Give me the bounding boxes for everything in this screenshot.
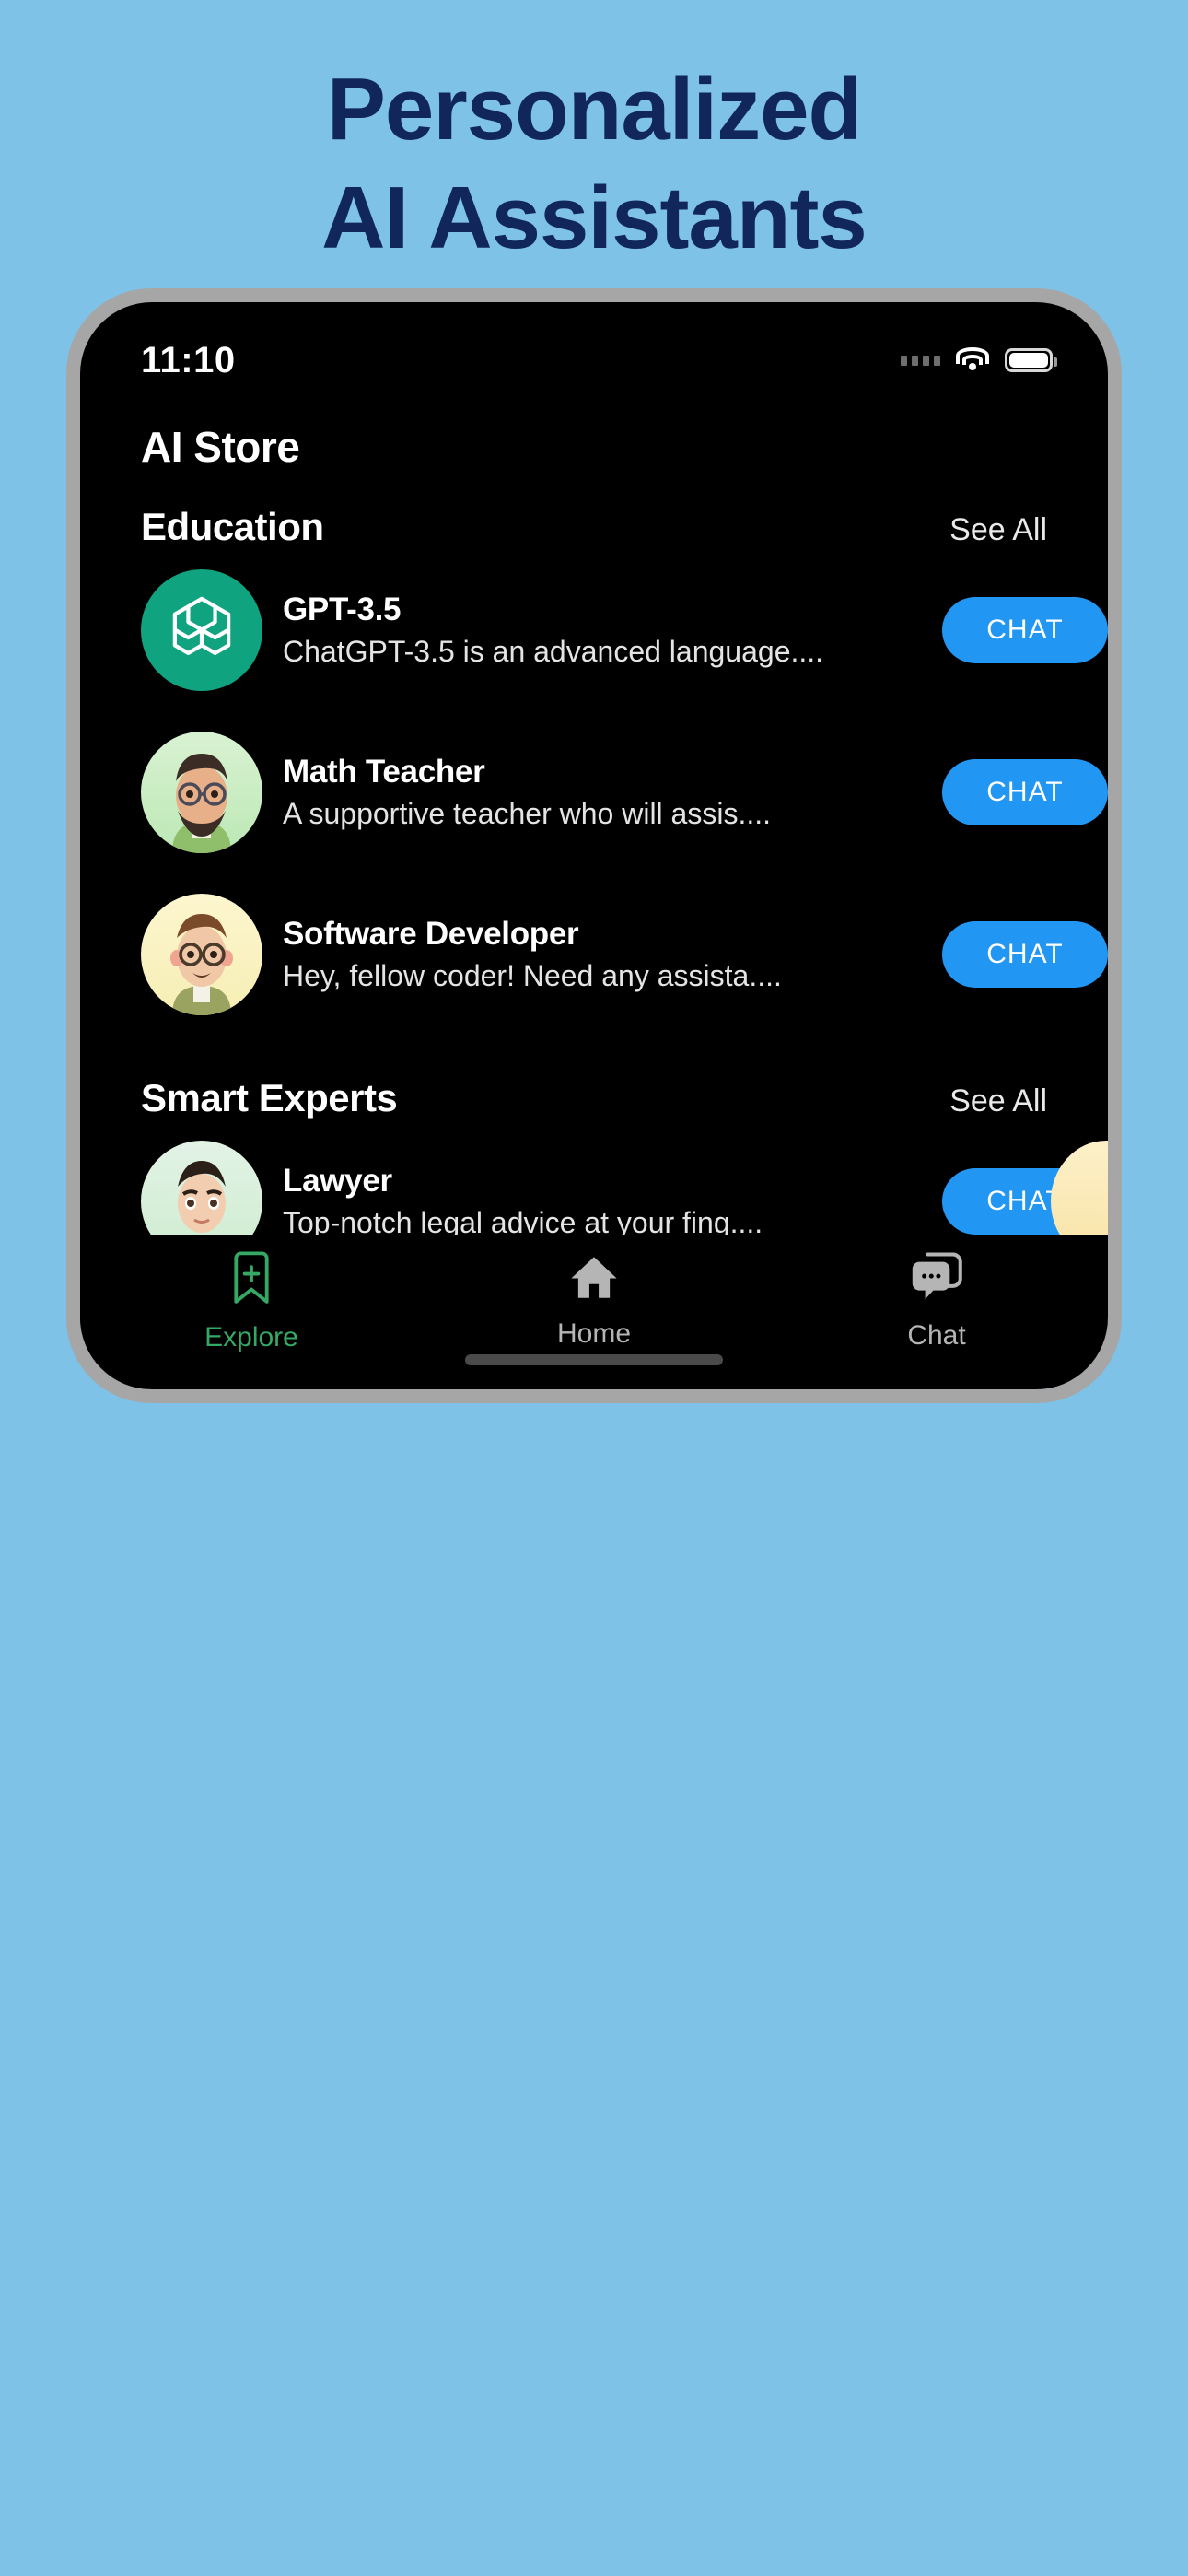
battery-icon xyxy=(1005,348,1057,372)
item-text: Software Developer Hey, fellow coder! Ne… xyxy=(283,914,922,995)
item-name: GPT-3.5 xyxy=(283,591,402,627)
software-developer-avatar xyxy=(141,894,262,1015)
item-text: Math Teacher A supportive teacher who wi… xyxy=(283,752,922,833)
list-item[interactable]: Software Developer Hey, fellow coder! Ne… xyxy=(80,873,1108,1036)
see-all-smart-experts[interactable]: See All xyxy=(949,1083,1047,1119)
app-body: AI Store Education See All GPT-3.5 ChatG… xyxy=(80,391,1108,1389)
item-description: Hey, fellow coder! Need any assista.... xyxy=(283,959,782,992)
tab-home[interactable]: Home xyxy=(502,1251,686,1350)
chat-button[interactable]: CHAT xyxy=(942,597,1108,663)
chat-button[interactable]: CHAT xyxy=(942,921,1108,988)
tab-chat[interactable]: Chat xyxy=(844,1251,1029,1352)
bottom-tab-bar: Explore Home Chat xyxy=(80,1235,1108,1389)
item-text: GPT-3.5 ChatGPT-3.5 is an advanced langu… xyxy=(283,590,922,671)
list-item[interactable]: Math Teacher A supportive teacher who wi… xyxy=(80,711,1108,873)
tab-label: Explore xyxy=(204,1322,298,1352)
openai-logo-icon xyxy=(141,569,262,691)
home-indicator[interactable] xyxy=(465,1354,723,1365)
page-title: AI Store xyxy=(141,423,300,471)
section-title: Smart Experts xyxy=(141,1076,398,1119)
home-icon xyxy=(567,1251,621,1309)
item-name: Lawyer xyxy=(283,1163,392,1199)
item-description: ChatGPT-3.5 is an advanced language.... xyxy=(283,635,824,668)
tab-label: Chat xyxy=(907,1320,966,1351)
tab-label: Home xyxy=(556,1318,632,1349)
phone-screen: 11:10 AI Store Education See All GPT-3.5… xyxy=(80,302,1108,1389)
list-item[interactable]: GPT-3.5 ChatGPT-3.5 is an advanced langu… xyxy=(80,549,1108,711)
item-name: Software Developer xyxy=(283,916,579,952)
section-title: Education xyxy=(141,505,324,548)
section-header-smart-experts: Smart Experts See All xyxy=(80,1036,1108,1120)
status-indicators xyxy=(901,347,1057,373)
item-text: Lawyer Top-notch legal advice at your fi… xyxy=(283,1161,922,1242)
chat-bubble-icon xyxy=(908,1251,965,1311)
promo-heading: Personalized AI Assistants xyxy=(0,55,1188,273)
item-name: Math Teacher xyxy=(283,754,485,790)
see-all-education[interactable]: See All xyxy=(949,512,1047,548)
tab-explore[interactable]: Explore xyxy=(159,1251,344,1353)
item-description: A supportive teacher who will assis.... xyxy=(283,797,772,830)
section-header-education: Education See All xyxy=(80,472,1108,549)
promo-line-1: Personalized xyxy=(326,60,862,158)
status-time: 11:10 xyxy=(141,339,236,381)
bookmark-plus-icon xyxy=(225,1251,278,1313)
chat-button[interactable]: CHAT xyxy=(942,759,1108,825)
signal-dots-icon xyxy=(901,355,940,366)
phone-frame: 11:10 AI Store Education See All GPT-3.5… xyxy=(66,288,1122,1403)
math-teacher-avatar xyxy=(141,732,262,853)
promo-line-2: AI Assistants xyxy=(321,169,868,267)
wifi-icon xyxy=(955,347,990,373)
status-bar: 11:10 xyxy=(80,302,1108,391)
